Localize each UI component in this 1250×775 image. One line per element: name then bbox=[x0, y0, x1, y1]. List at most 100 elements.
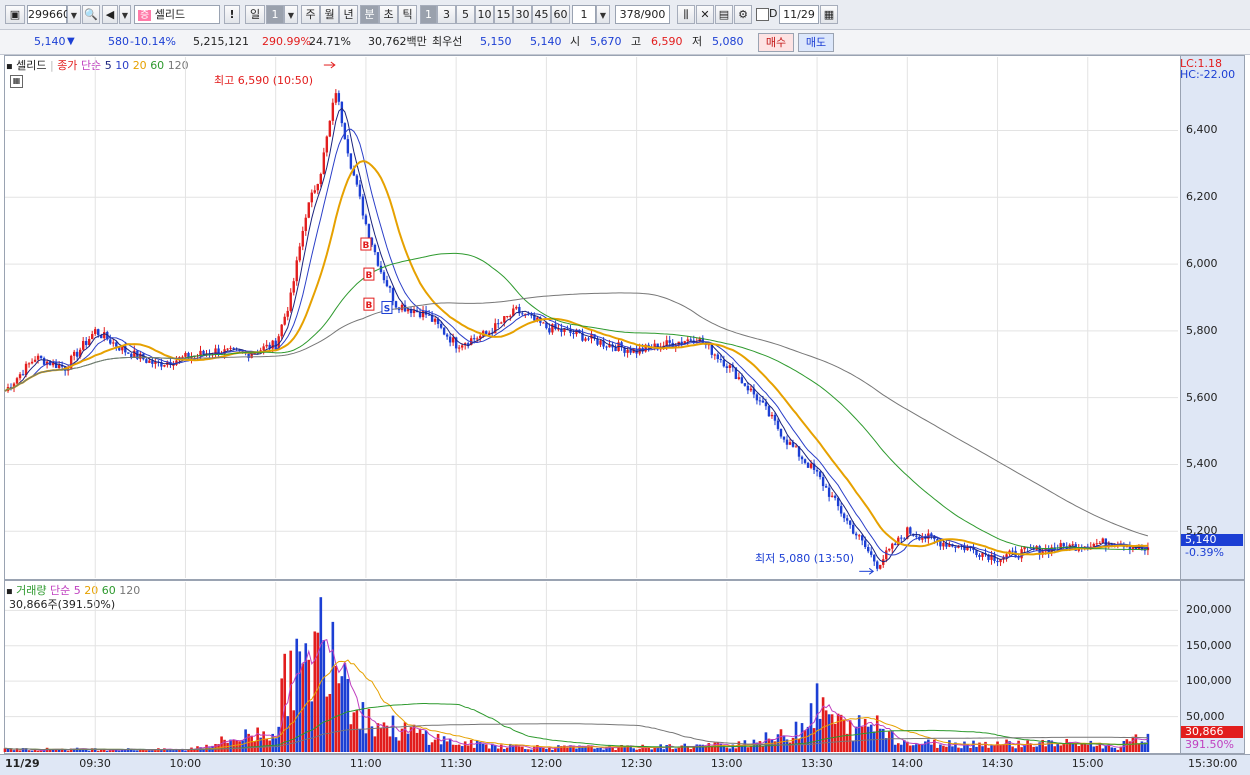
volume-bar bbox=[1101, 748, 1105, 752]
candle bbox=[605, 346, 608, 348]
candle bbox=[373, 244, 377, 253]
candle bbox=[746, 385, 750, 391]
volume-bar bbox=[295, 638, 299, 752]
volume-bar bbox=[830, 714, 834, 752]
volume-bar bbox=[280, 678, 284, 752]
volume-tick: 100,000 bbox=[1186, 674, 1232, 688]
volume-bar bbox=[361, 702, 365, 752]
volume-bar bbox=[451, 744, 455, 752]
candle bbox=[755, 394, 759, 401]
chart-canvas: B B B S bbox=[3, 57, 1178, 752]
candle bbox=[894, 543, 897, 546]
volume-bar bbox=[388, 736, 392, 752]
time-tick: 13:00 bbox=[710, 757, 743, 770]
candle bbox=[509, 315, 512, 317]
volume-bar bbox=[442, 736, 446, 752]
candle bbox=[626, 350, 629, 353]
volume-bar bbox=[484, 744, 488, 752]
volume-bar bbox=[355, 709, 359, 752]
price-tick: 6,000 bbox=[1186, 257, 1218, 271]
candle bbox=[358, 184, 362, 197]
candle bbox=[91, 334, 94, 340]
candle bbox=[743, 383, 747, 386]
candle bbox=[864, 540, 867, 548]
volume-bar bbox=[689, 749, 693, 752]
volume-bar bbox=[945, 746, 948, 752]
volume-bar bbox=[662, 749, 665, 752]
candle bbox=[954, 546, 957, 548]
volume-bar bbox=[1005, 739, 1008, 752]
volume-bar bbox=[1032, 746, 1035, 752]
time-tick: 10:00 bbox=[169, 757, 202, 770]
volume-bar bbox=[1011, 746, 1014, 752]
volume-bar bbox=[653, 748, 656, 752]
volume-bar bbox=[827, 714, 831, 752]
volume-bar bbox=[806, 726, 810, 752]
volume-bar bbox=[887, 731, 891, 752]
candle bbox=[319, 174, 323, 184]
volume-bar bbox=[463, 741, 467, 752]
volume-bar bbox=[596, 747, 599, 752]
volume-bar bbox=[999, 744, 1002, 752]
volume-bar bbox=[1062, 743, 1066, 752]
volume-bar bbox=[848, 720, 852, 752]
price-tick: 5,800 bbox=[1186, 323, 1218, 337]
volume-bar bbox=[325, 696, 329, 752]
volume-bar bbox=[915, 744, 918, 752]
time-tick: 13:30 bbox=[801, 757, 833, 770]
candle bbox=[322, 152, 326, 175]
candle bbox=[542, 322, 545, 324]
candle bbox=[806, 462, 810, 468]
volume-bar bbox=[890, 730, 894, 752]
candle bbox=[764, 402, 768, 407]
candle bbox=[75, 351, 79, 357]
volume-bar bbox=[18, 750, 22, 752]
candle bbox=[506, 316, 509, 318]
volume-bar bbox=[893, 744, 897, 752]
volume-bar bbox=[27, 750, 31, 752]
volume-bar bbox=[145, 750, 148, 752]
volume-bar bbox=[367, 708, 371, 752]
volume-bar bbox=[424, 730, 428, 752]
time-tick: 15:30:00 bbox=[1188, 757, 1238, 770]
candle bbox=[334, 93, 338, 103]
candle bbox=[54, 361, 58, 369]
moving-average-line bbox=[4, 252, 1148, 551]
volume-bar bbox=[533, 746, 536, 752]
volume-bar bbox=[602, 749, 605, 752]
volume-bar bbox=[551, 749, 554, 752]
volume-bar bbox=[969, 747, 972, 752]
volume-bar bbox=[57, 749, 61, 752]
candle bbox=[1098, 542, 1101, 544]
candle bbox=[782, 436, 786, 440]
candle bbox=[599, 340, 602, 345]
candle bbox=[457, 347, 461, 349]
volume-ma-line bbox=[4, 638, 1148, 751]
volume-bar bbox=[1035, 746, 1038, 752]
candle bbox=[830, 495, 834, 497]
volume-bar bbox=[936, 747, 939, 752]
volume-bar bbox=[854, 726, 858, 752]
candle bbox=[572, 332, 575, 335]
candle bbox=[521, 313, 524, 315]
candle bbox=[584, 338, 587, 341]
candle bbox=[355, 175, 359, 185]
candle bbox=[596, 338, 599, 345]
candle bbox=[716, 354, 720, 360]
candle bbox=[304, 217, 307, 231]
volume-bar bbox=[996, 741, 999, 752]
volume-bar bbox=[117, 750, 121, 752]
candle bbox=[1071, 544, 1074, 546]
volume-bar bbox=[436, 733, 440, 752]
candle bbox=[145, 359, 148, 363]
volume-bar bbox=[337, 683, 341, 752]
price-tick: 6,200 bbox=[1186, 190, 1218, 204]
candle bbox=[785, 439, 789, 445]
candle bbox=[860, 535, 864, 541]
volume-bar bbox=[990, 745, 993, 752]
candle bbox=[485, 331, 488, 334]
time-tick: 15:00 bbox=[1071, 757, 1104, 770]
candle bbox=[668, 340, 671, 343]
candle bbox=[1017, 557, 1020, 559]
time-tick: 09:30 bbox=[79, 757, 111, 770]
